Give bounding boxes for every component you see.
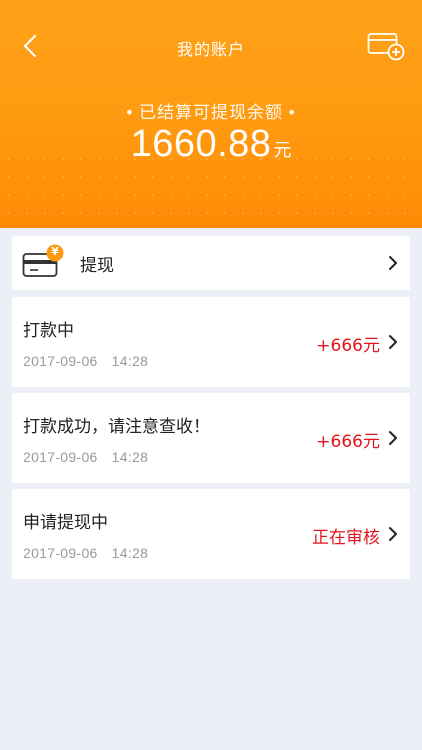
record-clock: 14:28 [111, 545, 149, 561]
record-clock: 14:28 [111, 449, 149, 465]
balance-label: • 已结算可提现余额 • [124, 103, 298, 123]
chevron-right-icon [386, 430, 400, 446]
yen-badge: ¥ [51, 245, 59, 258]
balance-amount: 1660.88 元 [0, 123, 422, 166]
record-item[interactable]: 打款中 2017-09-06 14:28 +666元 [12, 297, 410, 387]
add-card-button[interactable] [366, 30, 406, 62]
record-status: 正在审核 [312, 528, 380, 548]
balance-label-text: 已结算可提现余额 [139, 103, 283, 123]
chevron-right-icon [386, 526, 400, 542]
add-card-icon [367, 33, 405, 61]
withdraw-label: 提现 [80, 255, 114, 276]
balance-unit: 元 [273, 140, 292, 161]
record-time: 2017-09-06 14:28 [23, 545, 148, 561]
balance-value: 1660.88 [130, 123, 272, 165]
record-time: 2017-09-06 14:28 [23, 353, 148, 369]
record-item[interactable]: 打款成功，请注意查收！ 2017-09-06 14:28 +666元 [12, 393, 410, 483]
record-title: 打款中 [23, 321, 74, 341]
record-date: 2017-09-06 [23, 449, 98, 465]
wallet-yen-icon: ¥ [22, 243, 70, 283]
record-status: +666元 [316, 432, 380, 452]
chevron-right-icon [386, 255, 400, 271]
record-title: 申请提现中 [23, 513, 108, 533]
record-clock: 14:28 [111, 353, 149, 369]
record-date: 2017-09-06 [23, 353, 98, 369]
record-status: +666元 [316, 336, 380, 356]
withdraw-row[interactable]: ¥ 提现 [12, 236, 410, 290]
chevron-right-icon [386, 334, 400, 350]
record-item[interactable]: 申请提现中 2017-09-06 14:28 正在审核 [12, 489, 410, 579]
record-title: 打款成功，请注意查收！ [23, 417, 210, 437]
record-time: 2017-09-06 14:28 [23, 449, 148, 465]
account-header: 我的账户 • 已结算可提现余额 • 1660.88 元 [0, 0, 422, 228]
record-date: 2017-09-06 [23, 545, 98, 561]
page-title: 我的账户 [176, 40, 245, 59]
